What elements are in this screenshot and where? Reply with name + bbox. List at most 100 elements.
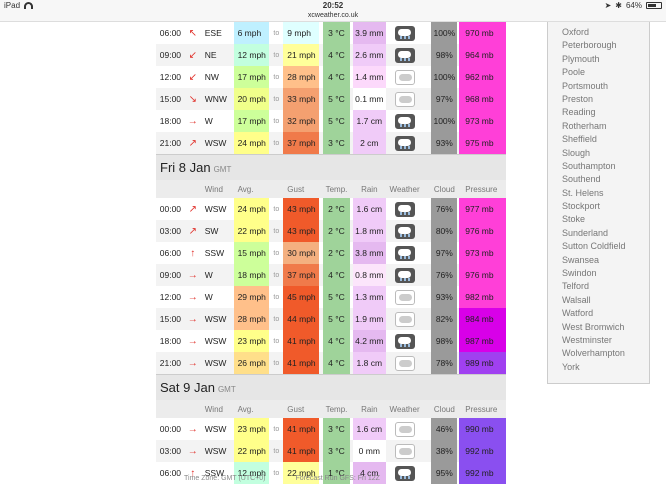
wind-gust: 41 mph: [283, 418, 320, 440]
wind-avg: 24 mph: [233, 132, 270, 154]
row-time: 12:00: [159, 72, 182, 82]
forecast-row[interactable]: 03:00 ↗ SW 22 mph to 43 mph 2 °C 1.8 mm 80% 976 m…: [156, 220, 506, 242]
forecast-row[interactable]: 18:00 → WSW 23 mph to 41 mph 4 °C 4.2 mm 98% 987 …: [156, 330, 506, 352]
to-label: to: [273, 95, 280, 103]
city-link[interactable]: Sutton Coldfield: [548, 240, 649, 253]
city-link[interactable]: Wolverhampton: [548, 347, 649, 360]
wind-arrow-icon: ↙: [188, 71, 197, 83]
forecast-row[interactable]: 00:00 ↗ WSW 24 mph to 43 mph 2 °C 1.6 cm 76% 977 …: [156, 198, 506, 220]
to-label: to: [273, 447, 280, 455]
wind-avg: 23 mph: [233, 330, 270, 352]
city-link[interactable]: Poole: [548, 66, 649, 79]
cloud-cover: 97%: [431, 88, 458, 110]
to-label: to: [273, 117, 280, 125]
city-link[interactable]: Portsmouth: [548, 80, 649, 93]
forecast-row[interactable]: 06:00 ↑ SSW 15 mph to 30 mph 2 °C 3.8 mm 97% 973 …: [156, 242, 506, 264]
address-bar[interactable]: xcweather.co.uk: [0, 12, 666, 22]
wind-arrow-icon: ↖: [188, 27, 197, 39]
wind-gust: 44 mph: [283, 308, 320, 330]
col-header: Avg.: [237, 184, 254, 194]
wind-direction: WSW: [204, 204, 227, 214]
wind-avg: 22 mph: [233, 220, 270, 242]
wind-avg: 6 mph: [233, 22, 270, 44]
city-link[interactable]: Telford: [548, 280, 649, 293]
city-link[interactable]: Slough: [548, 147, 649, 160]
city-link[interactable]: Rotherham: [548, 120, 649, 133]
pressure: 976 mb: [459, 220, 506, 242]
col-header: Pressure: [465, 184, 498, 194]
raindrop: [407, 123, 410, 127]
city-link[interactable]: Peterborough: [548, 39, 649, 52]
col-header: Rain: [361, 404, 378, 414]
city-link[interactable]: West Bromwich: [548, 321, 649, 334]
to-label: to: [273, 227, 280, 235]
wind-direction: SSW: [204, 248, 225, 258]
forecast-row[interactable]: 21:00 ↗ WSW 24 mph to 37 mph 3 °C 2 cm 93% 975 mb: [156, 132, 506, 154]
rain-amount: 1.9 mm: [352, 308, 386, 330]
city-link[interactable]: Swindon: [548, 267, 649, 280]
weather-cell: [386, 44, 424, 66]
pressure: 973 mb: [459, 242, 506, 264]
forecast-row[interactable]: 06:00 ↖ ESE 6 mph to 9 mph 3 °C 3.9 mm 100% 970 m…: [156, 22, 506, 44]
forecast-row[interactable]: 00:00 → WSW 23 mph to 41 mph 3 °C 1.6 cm 46% 990 …: [156, 418, 506, 440]
forecast-row[interactable]: 12:00 ↙ NW 17 mph to 28 mph 4 °C 1.4 mm 100% 962 …: [156, 66, 506, 88]
pressure: 973 mb: [459, 110, 506, 132]
city-link[interactable]: Plymouth: [548, 53, 649, 66]
pressure: 992 mb: [459, 440, 506, 462]
wind-avg: 26 mph: [233, 352, 270, 374]
col-header: Wind: [204, 404, 223, 414]
city-link[interactable]: York: [548, 361, 649, 374]
to-label: to: [273, 315, 280, 323]
city-link[interactable]: Sheffield: [548, 133, 649, 146]
forecast-row[interactable]: 09:00 ↙ NE 12 mph to 21 mph 4 °C 2.6 mm 98% 964 m…: [156, 44, 506, 66]
rain-icon: [394, 333, 415, 349]
cloud-cover: 100%: [431, 66, 458, 88]
forecast-row[interactable]: 21:00 → WSW 26 mph to 41 mph 4 °C 1.8 cm 78% 989 …: [156, 352, 506, 374]
to-label: to: [273, 271, 280, 279]
temperature: 5 °C: [323, 110, 350, 132]
forecast-row[interactable]: 12:00 → W 29 mph to 45 mph 5 °C 1.3 mm 93% 982 mb: [156, 286, 506, 308]
city-link[interactable]: Watford: [548, 307, 649, 320]
wind-gust: 37 mph: [283, 264, 320, 286]
city-link[interactable]: Oxford: [548, 26, 649, 39]
forecast-row[interactable]: 18:00 → W 17 mph to 32 mph 5 °C 1.7 cm 100% 973 m…: [156, 110, 506, 132]
city-link[interactable]: Reading: [548, 106, 649, 119]
night-cloud-icon: [394, 443, 415, 459]
city-link[interactable]: Stockport: [548, 200, 649, 213]
temperature: 3 °C: [323, 132, 350, 154]
temperature: 2 °C: [323, 198, 350, 220]
wind-gust: 9 mph: [283, 22, 320, 44]
city-link[interactable]: St. Helens: [548, 187, 649, 200]
cloud-shape: [398, 95, 412, 103]
forecast-row[interactable]: 15:00 ↘ WNW 20 mph to 33 mph 5 °C 0.1 mm 97% 968 …: [156, 88, 506, 110]
pressure: 976 mb: [459, 264, 506, 286]
row-time: 21:00: [159, 138, 182, 148]
cloudy-icon: [394, 355, 415, 371]
column-headers: Wind Avg. Gust Temp. Rain Weather Cloud Pressur…: [156, 400, 506, 418]
forecast-row[interactable]: 15:00 → WSW 28 mph to 44 mph 5 °C 1.9 mm 82% 984 …: [156, 308, 506, 330]
row-time: 21:00: [159, 358, 182, 368]
weather-cell: [386, 22, 424, 44]
wind-arrow-icon: →: [187, 357, 198, 369]
wind-direction: W: [204, 292, 213, 302]
forecast-row[interactable]: 09:00 → W 18 mph to 37 mph 4 °C 0.8 mm 76% 976 mb: [156, 264, 506, 286]
cloud-shape: [398, 73, 412, 81]
city-link[interactable]: Walsall: [548, 294, 649, 307]
city-link[interactable]: Swansea: [548, 254, 649, 267]
rain-amount: 2.6 mm: [352, 44, 386, 66]
city-link[interactable]: Southampton: [548, 160, 649, 173]
city-link[interactable]: Westminster: [548, 334, 649, 347]
city-link[interactable]: Southend: [548, 173, 649, 186]
raindrop: [399, 233, 402, 237]
col-header: Gust: [287, 404, 305, 414]
raindrop: [407, 211, 410, 215]
forecast-row[interactable]: 03:00 → WSW 22 mph to 41 mph 3 °C 0 mm 38% 992 mb: [156, 440, 506, 462]
city-link[interactable]: Preston: [548, 93, 649, 106]
wind-avg: 24 mph: [233, 198, 270, 220]
city-link[interactable]: Stoke: [548, 213, 649, 226]
city-link[interactable]: Sunderland: [548, 227, 649, 240]
